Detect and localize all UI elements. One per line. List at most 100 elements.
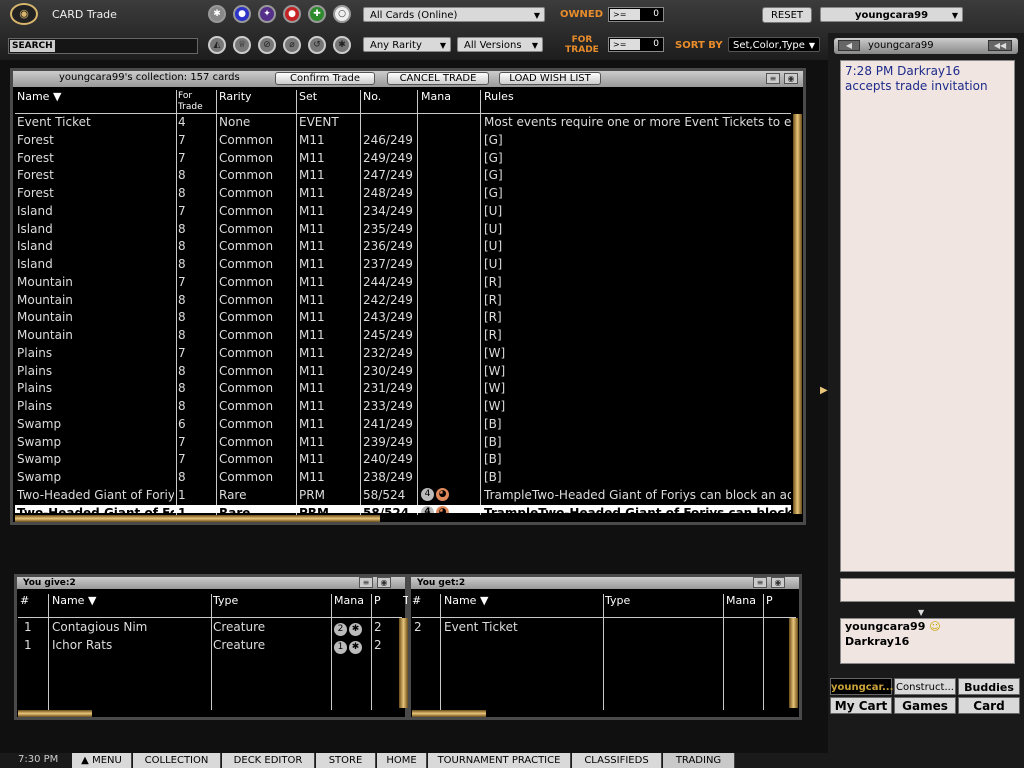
get-vscrollbar[interactable] — [789, 618, 798, 708]
get-col-name[interactable]: Name ▼ — [444, 594, 488, 607]
collection-row[interactable]: Forest 7 Common M11 246/249 [G] — [15, 132, 791, 150]
white-filter-icon[interactable]: ○ — [333, 5, 351, 23]
artifact-filter-icon[interactable]: ◭ — [208, 36, 226, 54]
col-rarity[interactable]: Rarity — [219, 90, 252, 103]
owned-operator[interactable]: >= — [610, 9, 640, 20]
col-for-trade[interactable]: For Trade — [178, 91, 214, 113]
collection-row[interactable]: Swamp 7 Common M11 239/249 [B] — [15, 434, 791, 452]
black-filter-icon[interactable]: ✦ — [258, 5, 276, 23]
col-set[interactable]: Set — [299, 90, 317, 103]
sorcery-filter-icon[interactable]: ✱ — [333, 36, 351, 54]
collection-row[interactable]: Plains 7 Common M11 232/249 [W] — [15, 345, 791, 363]
panel-toggle-icon[interactable]: ▶ — [820, 385, 828, 396]
give-hscrollbar[interactable] — [18, 710, 92, 717]
collection-row[interactable]: Island 8 Common M11 237/249 [U] — [15, 256, 791, 274]
chat-input[interactable] — [840, 578, 1015, 602]
get-col-type[interactable]: Type — [605, 594, 630, 607]
eye-icon[interactable]: ◉ — [377, 577, 391, 588]
reset-button[interactable]: RESET — [762, 7, 812, 23]
list-view-icon[interactable]: ≡ — [766, 73, 780, 84]
list-view-icon[interactable]: ≡ — [753, 577, 767, 588]
collection-row[interactable]: Plains 8 Common M11 230/249 [W] — [15, 363, 791, 381]
cancel-trade-button[interactable]: CANCEL TRADE — [387, 72, 489, 85]
for-trade-value[interactable]: 0 — [653, 38, 659, 51]
tab-card[interactable]: Card — [958, 697, 1020, 714]
get-row[interactable]: 2 Event Ticket — [410, 620, 790, 638]
eye-icon[interactable]: ◉ — [784, 73, 798, 84]
collection-row[interactable]: Two-Headed Giant of Foriys 1 Rare PRM 58/524… — [15, 504, 791, 513]
participant-item[interactable]: youngcara99 ☺ — [841, 619, 1014, 634]
col-name[interactable]: Name ▼ — [17, 90, 61, 103]
rarity-select[interactable]: Any Rarity ▼ — [363, 37, 451, 52]
enchantment-filter-icon[interactable]: ⊘ — [258, 36, 276, 54]
collection-row[interactable]: Forest 8 Common M11 248/249 [G] — [15, 185, 791, 203]
nav-tournament-practice[interactable]: TOURNAMENT PRACTICE — [428, 753, 571, 768]
collection-row[interactable]: Plains 8 Common M11 233/249 [W] — [15, 398, 791, 416]
get-col-mana[interactable]: Mana — [726, 594, 756, 607]
collection-row[interactable]: Island 8 Common M11 236/249 [U] — [15, 238, 791, 256]
collection-row[interactable]: Event Ticket 4 None EVENT Most events requir… — [15, 114, 791, 132]
collection-row[interactable]: Island 7 Common M11 234/249 [U] — [15, 203, 791, 221]
cards-source-select[interactable]: All Cards (Online) ▼ — [363, 7, 545, 22]
collection-row[interactable]: Mountain 8 Common M11 242/249 [R] — [15, 292, 791, 310]
nav-collection[interactable]: COLLECTION — [133, 753, 221, 768]
nav-store[interactable]: STORE — [316, 753, 376, 768]
collection-row[interactable]: Swamp 8 Common M11 238/249 [B] — [15, 469, 791, 487]
owned-filter[interactable]: >= 0 — [608, 7, 664, 22]
col-number[interactable]: No. — [363, 90, 381, 103]
collection-vscrollbar[interactable] — [793, 114, 802, 514]
colorless-filter-icon[interactable]: ✱ — [208, 5, 226, 23]
participant-item[interactable]: Darkray16 — [841, 634, 1014, 649]
nav-trading[interactable]: TRADING — [663, 753, 735, 768]
collection-hscrollbar[interactable] — [15, 515, 380, 522]
collection-row[interactable]: Forest 8 Common M11 247/249 [G] — [15, 167, 791, 185]
load-wish-list-button[interactable]: LOAD WISH LIST — [499, 72, 601, 85]
nav-home[interactable]: HOME — [377, 753, 427, 768]
collection-row[interactable]: Swamp 6 Common M11 241/249 [B] — [15, 416, 791, 434]
green-filter-icon[interactable]: ✚ — [308, 5, 326, 23]
search-input[interactable]: SEARCH — [8, 38, 198, 54]
list-view-icon[interactable]: ≡ — [359, 577, 373, 588]
collection-row[interactable]: Two-Headed Giant of Foriys 1 Rare PRM 58/524… — [15, 487, 791, 505]
versions-select[interactable]: All Versions ▼ — [457, 37, 543, 52]
creature-filter-icon[interactable]: ♕ — [233, 36, 251, 54]
give-row[interactable]: 1 Ichor Rats Creature 1 ✱ 2 — [20, 638, 400, 656]
collection-row[interactable]: Plains 8 Common M11 231/249 [W] — [15, 380, 791, 398]
collection-row[interactable]: Forest 7 Common M11 249/249 [G] — [15, 150, 791, 168]
owned-value[interactable]: 0 — [653, 8, 659, 21]
collection-row[interactable]: Mountain 8 Common M11 245/249 [R] — [15, 327, 791, 345]
tab-buddies[interactable]: Buddies — [958, 678, 1020, 695]
give-col-type[interactable]: Type — [213, 594, 238, 607]
nav-classifieds[interactable]: CLASSIFIEDS — [572, 753, 662, 768]
collection-row[interactable]: Mountain 8 Common M11 243/249 [R] — [15, 309, 791, 327]
give-row[interactable]: 1 Contagious Nim Creature 2 ✱ 2 — [20, 620, 400, 638]
col-rules[interactable]: Rules — [484, 90, 514, 103]
collection-row[interactable]: Mountain 7 Common M11 244/249 [R] — [15, 274, 791, 292]
for-trade-operator[interactable]: >= — [610, 39, 640, 50]
get-hscrollbar[interactable] — [412, 710, 486, 717]
eye-icon[interactable]: ◉ — [771, 577, 785, 588]
confirm-trade-button[interactable]: Confirm Trade — [275, 72, 375, 85]
col-mana[interactable]: Mana — [421, 90, 451, 103]
splitter-arrow-icon[interactable]: ▼ — [918, 608, 924, 617]
tab-constructed[interactable]: Construct... — [894, 678, 956, 695]
nav-menu[interactable]: ▲ MENU — [72, 753, 132, 768]
back-arrow-icon[interactable]: ◀ — [838, 40, 860, 51]
collapse-icon[interactable]: ◀◀ — [988, 40, 1012, 51]
get-col-power[interactable]: P — [766, 594, 773, 607]
tab-youngcara[interactable]: youngcar... — [830, 678, 893, 695]
collection-row[interactable]: Island 8 Common M11 235/249 [U] — [15, 221, 791, 239]
give-col-power[interactable]: P — [374, 594, 381, 607]
land-filter-icon[interactable]: ⌀ — [283, 36, 301, 54]
app-logo-icon[interactable]: ◉ — [10, 3, 38, 25]
tab-my-cart[interactable]: My Cart — [830, 697, 892, 714]
for-trade-filter[interactable]: >= 0 — [608, 37, 664, 52]
give-col-count[interactable]: # — [20, 594, 29, 607]
instant-filter-icon[interactable]: ↺ — [308, 36, 326, 54]
red-filter-icon[interactable]: ● — [283, 5, 301, 23]
give-col-mana[interactable]: Mana — [334, 594, 364, 607]
sort-select[interactable]: Set,Color,Type ▼ — [728, 37, 820, 52]
blue-filter-icon[interactable]: ● — [233, 5, 251, 23]
collection-row[interactable]: Swamp 7 Common M11 240/249 [B] — [15, 451, 791, 469]
give-vscrollbar[interactable] — [399, 618, 408, 708]
